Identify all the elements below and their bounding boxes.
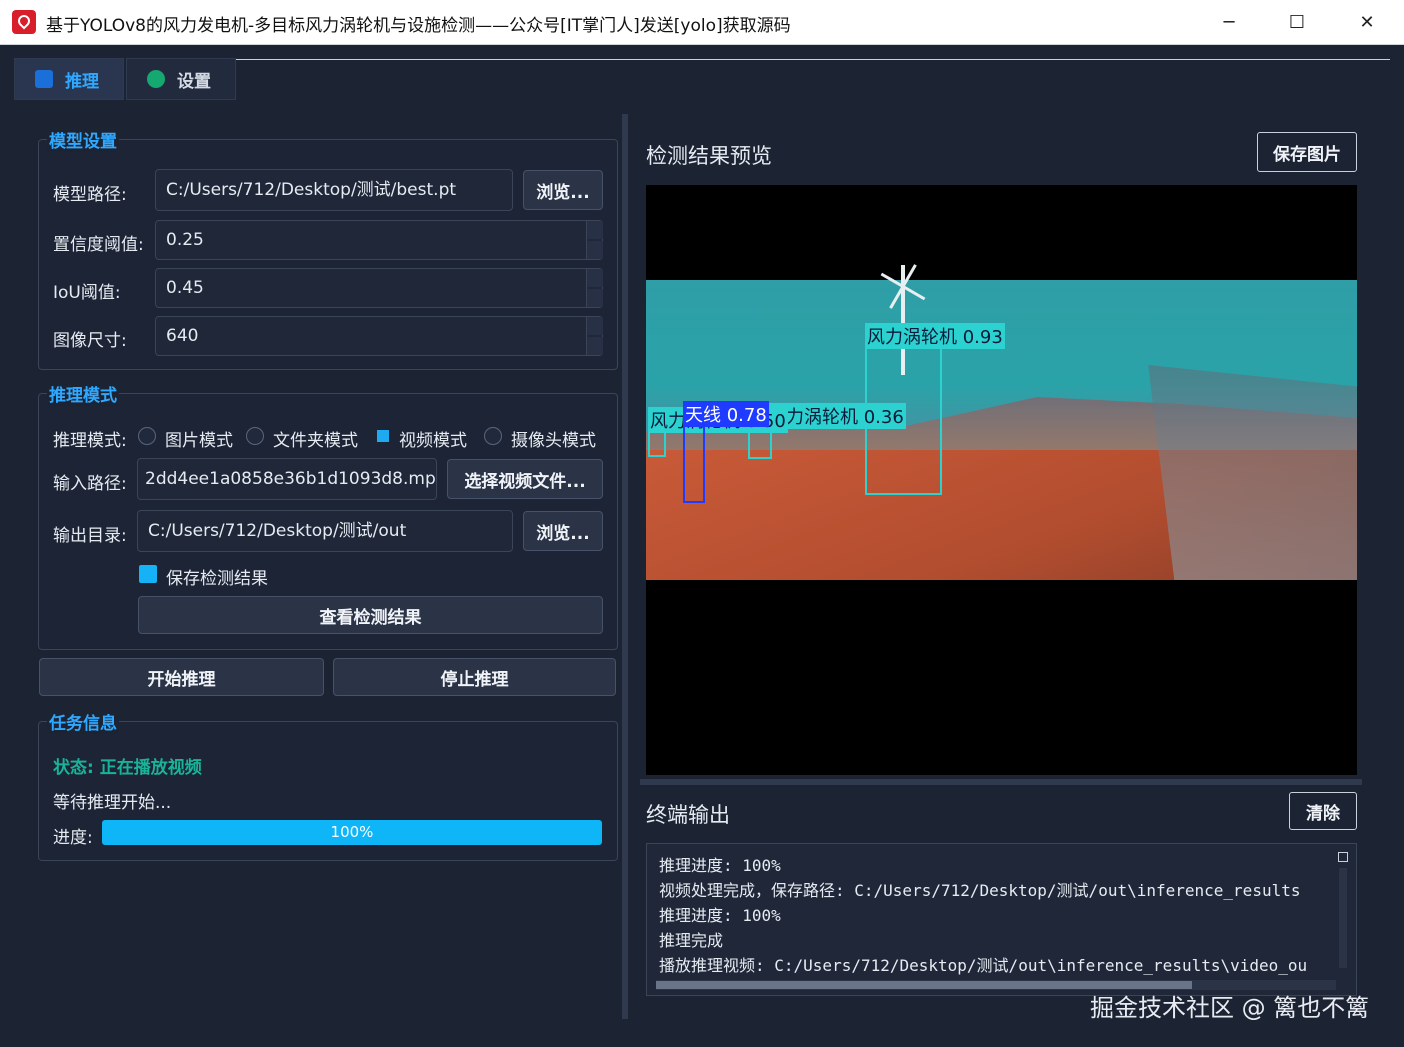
- scrollbar-track[interactable]: [1339, 868, 1347, 968]
- radio-folder-mode-label[interactable]: 文件夹模式: [273, 426, 358, 451]
- app-window: 基于YOLOv8的风力发电机-多目标风力涡轮机与设施检测——公众号[IT掌门人]…: [0, 0, 1404, 1047]
- window-title: 基于YOLOv8的风力发电机-多目标风力涡轮机与设施检测——公众号[IT掌门人]…: [46, 16, 791, 36]
- radio-image-mode-label[interactable]: 图片模式: [165, 426, 233, 451]
- bbox-turbine-3: [648, 431, 666, 457]
- bbox-antenna: [683, 423, 705, 503]
- mode-label: 推理模式:: [53, 431, 127, 451]
- terminal-line: 推理进度: 100%: [659, 906, 781, 925]
- select-video-button[interactable]: 选择视频文件...: [447, 459, 603, 499]
- terminal-output[interactable]: 推理进度: 100% 视频处理完成，保存路径: C:/Users/712/Des…: [646, 843, 1357, 996]
- progress-bar: 100%: [102, 820, 602, 845]
- output-browse-button[interactable]: 浏览...: [523, 511, 603, 551]
- radio-video-mode-label[interactable]: 视频模式: [399, 426, 467, 451]
- conf-threshold-label: 置信度阈值:: [53, 235, 144, 255]
- watermark-text: 掘金技术社区 @ 篱也不篱: [1090, 994, 1370, 1022]
- task-message: 等待推理开始...: [53, 793, 172, 813]
- maximize-button[interactable]: ☐: [1264, 0, 1330, 44]
- model-browse-button[interactable]: 浏览...: [523, 170, 603, 210]
- progress-label: 进度:: [53, 828, 93, 848]
- minimize-button[interactable]: ─: [1196, 0, 1262, 44]
- close-button[interactable]: ✕: [1334, 0, 1400, 44]
- app-logo-icon: [12, 10, 36, 34]
- start-inference-button[interactable]: 开始推理: [39, 658, 324, 696]
- imgsz-spin-arrows[interactable]: [586, 317, 603, 355]
- detection-preview-image: 风力涡轮机 0.93 风力涡轮机 0.36 风力涡轮机 0.50 天线 0.78: [646, 185, 1357, 775]
- radio-video-mode[interactable]: [377, 430, 389, 442]
- output-dir-field[interactable]: C:/Users/712/Desktop/测试/out: [137, 510, 513, 552]
- save-results-label[interactable]: 保存检测结果: [166, 564, 268, 589]
- terminal-vertical-scrollbar[interactable]: [1337, 850, 1349, 990]
- preview-terminal-splitter[interactable]: [640, 779, 1362, 785]
- save-image-button[interactable]: 保存图片: [1257, 132, 1357, 172]
- inference-mode-title: 推理模式: [47, 381, 119, 406]
- model-path-input[interactable]: C:/Users/712/Desktop/测试/best.pt: [155, 169, 513, 211]
- terminal-title: 终端输出: [646, 803, 730, 827]
- stop-inference-button[interactable]: 停止推理: [333, 658, 616, 696]
- clear-terminal-button[interactable]: 清除: [1289, 792, 1357, 830]
- save-results-checkbox[interactable]: [139, 565, 157, 583]
- preview-title: 检测结果预览: [646, 144, 772, 168]
- terminal-line: 推理进度: 100%: [659, 856, 781, 875]
- tab-inference[interactable]: 推理: [14, 58, 124, 100]
- tab-settings[interactable]: 设置: [126, 58, 236, 100]
- bbox-turbine-1-label: 风力涡轮机 0.93: [865, 323, 1005, 349]
- terminal-line: 视频处理完成，保存路径: C:/Users/712/Desktop/测试/out…: [659, 881, 1301, 900]
- task-info-title: 任务信息: [47, 709, 119, 734]
- input-path-field[interactable]: 2dd4ee1a0858e36b1d1093d8.mp4: [137, 458, 437, 500]
- terminal-line: 播放推理视频: C:/Users/712/Desktop/测试/out\infe…: [659, 956, 1308, 975]
- bbox-antenna-label: 天线 0.78: [683, 401, 769, 427]
- input-path-label: 输入路径:: [53, 474, 127, 494]
- model-path-label: 模型路径:: [53, 185, 127, 205]
- iou-spin-arrows[interactable]: [586, 269, 603, 307]
- image-size-spinbox[interactable]: 640: [155, 316, 603, 356]
- model-settings-title: 模型设置: [47, 127, 119, 152]
- iou-threshold-label: IoU阈值:: [53, 283, 121, 303]
- radio-camera-mode[interactable]: [484, 427, 502, 445]
- title-bar: 基于YOLOv8的风力发电机-多目标风力涡轮机与设施检测——公众号[IT掌门人]…: [0, 0, 1404, 45]
- tab-label: 推理: [65, 71, 99, 92]
- radio-folder-mode[interactable]: [246, 427, 264, 445]
- panel-splitter[interactable]: [622, 114, 628, 1019]
- tab-label: 设置: [177, 71, 211, 92]
- check-icon: [147, 70, 165, 88]
- status-text: 状态: 正在播放视频: [53, 758, 202, 778]
- bbox-turbine-2: [748, 431, 772, 459]
- radio-camera-mode-label[interactable]: 摄像头模式: [511, 426, 596, 451]
- output-dir-label: 输出目录:: [53, 526, 127, 546]
- conf-threshold-spinbox[interactable]: 0.25: [155, 220, 603, 260]
- chart-icon: [35, 70, 53, 88]
- terminal-line: 推理完成: [659, 931, 724, 950]
- radio-image-mode[interactable]: [138, 427, 156, 445]
- scroll-up-icon[interactable]: [1338, 852, 1348, 862]
- iou-threshold-spinbox[interactable]: 0.45: [155, 268, 603, 308]
- conf-spin-arrows[interactable]: [586, 221, 603, 259]
- tab-divider: [236, 59, 1390, 60]
- image-size-label: 图像尺寸:: [53, 331, 127, 351]
- view-results-button[interactable]: 查看检测结果: [138, 596, 603, 634]
